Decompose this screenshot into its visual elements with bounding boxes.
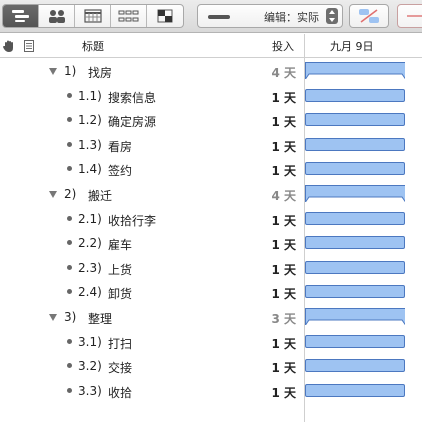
task-title[interactable]: 雇车 xyxy=(108,236,132,253)
task-bar[interactable] xyxy=(305,260,405,274)
task-number: 2.1) xyxy=(78,211,102,226)
unlink-tasks-button[interactable] xyxy=(397,4,422,28)
task-bar[interactable] xyxy=(305,359,405,373)
task-bar[interactable] xyxy=(305,137,405,151)
task-effort[interactable]: 1 天 xyxy=(271,359,296,376)
bullet-icon xyxy=(67,264,72,270)
toolbar: 编辑：实际 xyxy=(0,0,422,33)
task-effort[interactable]: 1 天 xyxy=(271,212,296,229)
task-effort[interactable]: 4 天 xyxy=(271,187,296,204)
task-title[interactable]: 整理 xyxy=(88,310,112,327)
calendar-view-button[interactable] xyxy=(75,5,111,27)
view-switcher xyxy=(2,4,184,28)
task-number: 3.1) xyxy=(78,334,102,349)
bullet-icon xyxy=(67,289,72,295)
outline-header: 标题 投入 九月 9日 xyxy=(0,34,422,58)
task-title[interactable]: 搬迁 xyxy=(88,187,112,204)
bullet-icon xyxy=(67,338,72,344)
task-number: 1.1) xyxy=(78,88,102,103)
bullet-icon xyxy=(67,363,72,369)
task-number: 3.2) xyxy=(78,359,102,374)
task-effort[interactable]: 3 天 xyxy=(271,310,296,327)
task-bar[interactable] xyxy=(305,285,405,299)
task-effort[interactable]: 1 天 xyxy=(271,113,296,130)
task-effort[interactable]: 1 天 xyxy=(271,285,296,302)
disclosure-triangle-icon[interactable] xyxy=(49,68,57,75)
resources-view-icon xyxy=(48,10,65,23)
task-bar[interactable] xyxy=(305,236,405,250)
task-effort[interactable]: 1 天 xyxy=(271,384,296,401)
task-number: 1.2) xyxy=(78,113,102,128)
group-bar[interactable] xyxy=(305,62,405,79)
task-bar[interactable] xyxy=(305,211,405,225)
hand-icon[interactable] xyxy=(2,40,16,53)
task-bar[interactable] xyxy=(305,334,405,348)
task-effort[interactable]: 4 天 xyxy=(271,64,296,81)
styles-view-button[interactable] xyxy=(147,5,183,27)
task-effort[interactable]: 1 天 xyxy=(271,162,296,179)
task-title[interactable]: 找房 xyxy=(88,64,112,81)
task-title[interactable]: 打扫 xyxy=(108,335,132,352)
group-bar[interactable] xyxy=(305,308,405,325)
bullet-icon xyxy=(67,387,72,393)
bullet-icon xyxy=(67,92,72,98)
edit-mode-label: 编辑：实际 xyxy=(264,11,319,24)
task-title[interactable]: 交接 xyxy=(108,359,132,376)
popup-stepper-icon xyxy=(326,8,338,24)
task-number: 2.3) xyxy=(78,260,102,275)
task-title[interactable]: 卸货 xyxy=(108,285,132,302)
effort-column-header[interactable]: 投入 xyxy=(272,34,294,58)
task-effort[interactable]: 1 天 xyxy=(271,89,296,106)
group-bar[interactable] xyxy=(305,185,405,202)
bullet-icon xyxy=(67,117,72,123)
task-title[interactable]: 收拾行李 xyxy=(108,212,156,229)
task-outline: 1) 找房 4 天 1.1) 搜索信息 1 天 1.2) 确定房源 1 天 1.… xyxy=(0,59,422,403)
task-title[interactable]: 搜索信息 xyxy=(108,89,156,106)
bullet-icon xyxy=(67,240,72,246)
task-number: 1.4) xyxy=(78,162,102,177)
network-view-button[interactable] xyxy=(111,5,147,27)
link-tasks-icon xyxy=(359,9,379,23)
resources-view-button[interactable] xyxy=(39,5,75,27)
task-effort[interactable]: 1 天 xyxy=(271,236,296,253)
task-title[interactable]: 上货 xyxy=(108,261,132,278)
bullet-icon xyxy=(67,141,72,147)
title-column-header[interactable]: 标题 xyxy=(82,34,104,58)
line-style-icon xyxy=(208,15,230,19)
task-bar[interactable] xyxy=(305,162,405,176)
task-title[interactable]: 签约 xyxy=(108,162,132,179)
outline-view-icon xyxy=(11,10,29,22)
styles-view-icon xyxy=(157,9,173,23)
task-effort[interactable]: 1 天 xyxy=(271,261,296,278)
task-bar[interactable] xyxy=(305,383,405,397)
task-effort[interactable]: 1 天 xyxy=(271,138,296,155)
task-number: 2.2) xyxy=(78,236,102,251)
disclosure-triangle-icon[interactable] xyxy=(49,190,57,198)
network-view-icon xyxy=(118,10,138,22)
gantt-date-header: 九月 9日 xyxy=(330,40,374,53)
task-title[interactable]: 看房 xyxy=(108,138,132,155)
task-number: 3) xyxy=(64,309,77,324)
bullet-icon xyxy=(67,215,72,221)
link-tasks-button[interactable] xyxy=(349,4,389,28)
note-icon[interactable] xyxy=(24,40,34,52)
task-bar[interactable] xyxy=(305,88,405,102)
task-bar[interactable] xyxy=(305,113,405,127)
task-number: 2) xyxy=(64,186,77,201)
task-effort[interactable]: 1 天 xyxy=(271,335,296,352)
disclosure-triangle-icon[interactable] xyxy=(49,313,57,321)
task-title[interactable]: 确定房源 xyxy=(108,113,156,130)
outline-view-button[interactable] xyxy=(3,5,39,27)
task-title[interactable]: 收拾 xyxy=(108,384,132,401)
edit-mode-popup[interactable]: 编辑：实际 xyxy=(197,4,343,28)
calendar-view-icon xyxy=(83,9,102,23)
task-number: 1.3) xyxy=(78,137,102,152)
bullet-icon xyxy=(67,166,72,172)
task-number: 3.3) xyxy=(78,383,102,398)
task-number: 1) xyxy=(64,64,77,78)
task-number: 2.4) xyxy=(78,285,102,300)
